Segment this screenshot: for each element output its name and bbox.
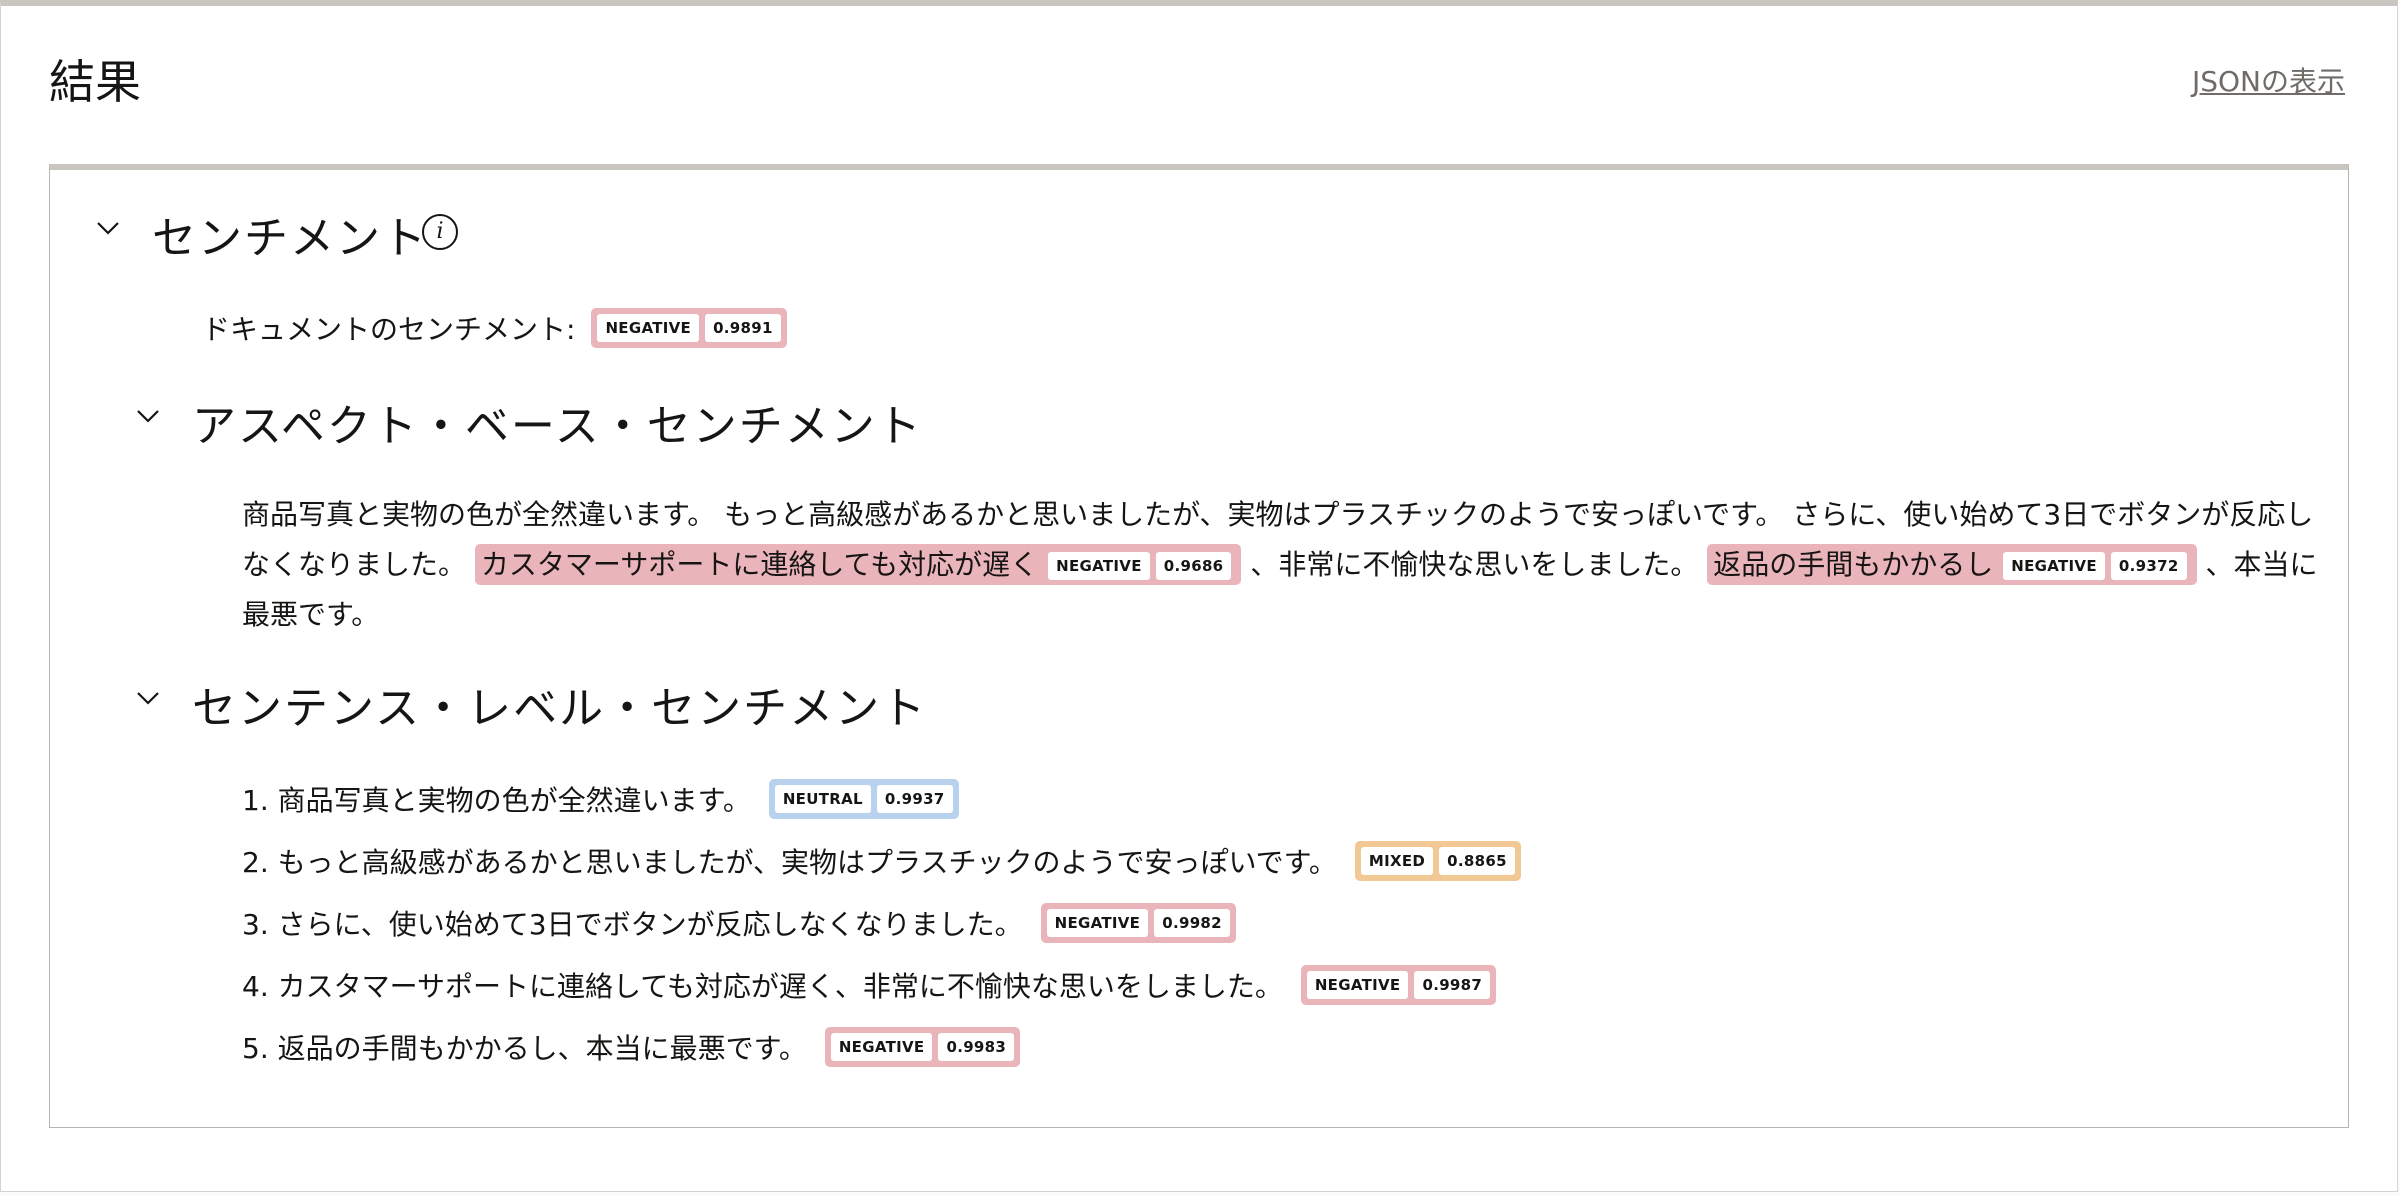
aspect-highlight: 返品の手間もかかるし NEGATIVE 0.9372 bbox=[1707, 544, 2197, 585]
sentence-text: 1. 商品写真と実物の色が全然違います。 bbox=[242, 784, 751, 817]
sentence-text: 5. 返品の手間もかかるし、本当に最悪です。 bbox=[242, 1032, 807, 1065]
aspect-badge: NEGATIVE 0.9372 bbox=[1999, 548, 2190, 584]
sentiment-score: 0.9686 bbox=[1155, 552, 1232, 580]
sentiment-label: MIXED bbox=[1360, 847, 1434, 875]
list-item: 4. カスタマーサポートに連絡しても対応が遅く、非常に不愉快な思いをしました。 N… bbox=[242, 954, 1521, 1016]
document-sentiment: ドキュメントのセンチメント: NEGATIVE 0.9891 bbox=[202, 308, 787, 348]
sentence-badge: NEGATIVE 0.9987 bbox=[1300, 965, 1497, 1005]
sentiment-label: NEGATIVE bbox=[1306, 971, 1409, 999]
info-icon[interactable]: i bbox=[422, 214, 458, 250]
sentiment-label: NEGATIVE bbox=[1048, 552, 1150, 580]
list-item: 3. さらに、使い始めて3日でボタンが反応しなくなりました。 NEGATIVE 0.… bbox=[242, 892, 1521, 954]
aspect-highlight: カスタマーサポートに連絡しても対応が遅く NEGATIVE 0.9686 bbox=[474, 544, 1242, 585]
results-page: 結果 JSONの表示 センチメント i ドキュメントのセンチメント: NEGAT… bbox=[0, 0, 2398, 1192]
document-sentiment-label: ドキュメントのセンチメント: bbox=[202, 313, 576, 346]
sentiment-score: 0.9937 bbox=[876, 785, 953, 813]
list-item: 1. 商品写真と実物の色が全然違います。 NEUTRAL 0.9937 bbox=[242, 768, 1521, 830]
chevron-down-icon[interactable] bbox=[136, 408, 159, 430]
list-item: 2. もっと高級感があるかと思いましたが、実物はプラスチックのようで安っぽいです… bbox=[242, 830, 1521, 892]
sentiment-score: 0.9891 bbox=[705, 314, 781, 342]
sentence-text: 2. もっと高級感があるかと思いましたが、実物はプラスチックのようで安っぽいです… bbox=[242, 846, 1337, 879]
aspect-plain-text: 、非常に不愉快な思いをしました。 bbox=[1241, 548, 1708, 581]
page-title: 結果 bbox=[49, 55, 141, 109]
chevron-down-icon[interactable] bbox=[96, 220, 119, 242]
sentiment-score: 0.9987 bbox=[1414, 971, 1491, 999]
sentiment-panel: センチメント i ドキュメントのセンチメント: NEGATIVE 0.9891 … bbox=[49, 164, 2349, 1128]
sentence-list: 1. 商品写真と実物の色が全然違います。 NEUTRAL 0.9937 2. もっと高… bbox=[242, 768, 1521, 1078]
sentence-badge: NEGATIVE 0.9983 bbox=[824, 1027, 1021, 1067]
sentiment-score: 0.8865 bbox=[1439, 847, 1515, 875]
sentence-badge: NEUTRAL 0.9937 bbox=[768, 779, 959, 819]
aspect-highlight-text: 返品の手間もかかるし bbox=[1713, 548, 1994, 581]
sentence-sentiment-title: センテンス・レベル・センチメント bbox=[192, 683, 928, 734]
sentence-text: 4. カスタマーサポートに連絡しても対応が遅く、非常に不愉快な思いをしました。 bbox=[242, 970, 1283, 1003]
sentiment-score: 0.9983 bbox=[938, 1033, 1015, 1061]
sentiment-label: NEGATIVE bbox=[1046, 909, 1149, 937]
sentence-badge: MIXED 0.8865 bbox=[1354, 841, 1521, 881]
sentiment-label: NEGATIVE bbox=[597, 314, 700, 342]
aspect-badge: NEGATIVE 0.9686 bbox=[1044, 548, 1235, 584]
aspect-sentiment-title: アスペクト・ベース・センチメント bbox=[192, 401, 923, 452]
document-sentiment-badge: NEGATIVE 0.9891 bbox=[591, 308, 787, 348]
sentiment-score: 0.9372 bbox=[2110, 552, 2187, 580]
aspect-text: 商品写真と実物の色が全然違います。 もっと高級感があるかと思いましたが、実物はプ… bbox=[242, 490, 2322, 640]
sentiment-label: NEGATIVE bbox=[2003, 552, 2105, 580]
sentiment-score: 0.9982 bbox=[1154, 909, 1230, 937]
sentiment-label: NEUTRAL bbox=[774, 785, 871, 813]
sentence-text: 3. さらに、使い始めて3日でボタンが反応しなくなりました。 bbox=[242, 908, 1023, 941]
sentiment-title: センチメント bbox=[152, 213, 428, 264]
list-item: 5. 返品の手間もかかるし、本当に最悪です。 NEGATIVE 0.9983 bbox=[242, 1016, 1521, 1078]
chevron-down-icon[interactable] bbox=[136, 690, 159, 712]
sentiment-label: NEGATIVE bbox=[830, 1033, 933, 1061]
view-json-link[interactable]: JSONの表示 bbox=[2192, 60, 2345, 100]
aspect-highlight-text: カスタマーサポートに連絡しても対応が遅く bbox=[480, 548, 1039, 581]
sentence-badge: NEGATIVE 0.9982 bbox=[1040, 903, 1236, 943]
